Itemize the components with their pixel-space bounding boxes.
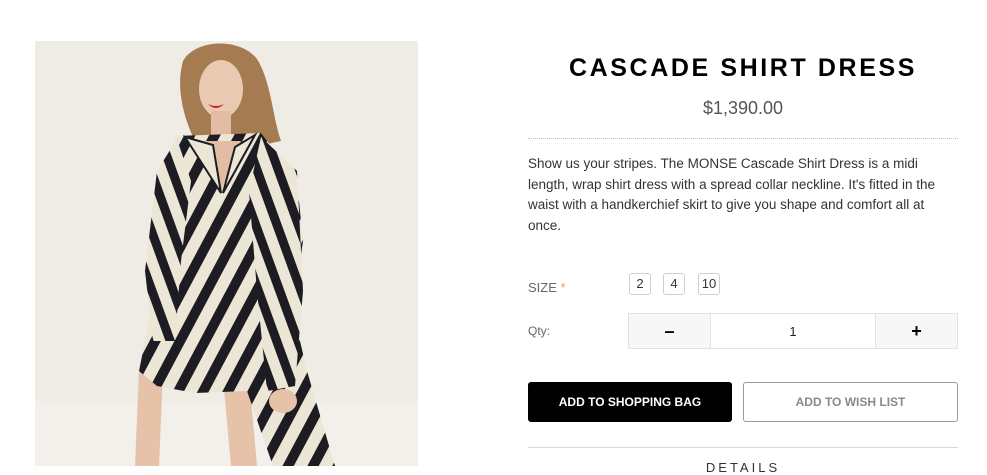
size-option-2[interactable]: 2 — [629, 273, 651, 295]
size-option-4[interactable]: 4 — [663, 273, 685, 295]
quantity-input[interactable] — [710, 313, 876, 349]
quantity-decrease-button[interactable]: – — [628, 313, 711, 349]
product-image[interactable] — [35, 41, 418, 466]
product-photo-illustration — [35, 41, 418, 466]
product-description: Show us your stripes. The MONSE Cascade … — [528, 156, 936, 233]
divider — [528, 138, 958, 139]
quantity-increase-button[interactable]: + — [875, 313, 958, 349]
add-to-shopping-bag-button[interactable]: ADD TO SHOPPING BAG — [528, 382, 732, 422]
product-title: CASCADE SHIRT DRESS — [568, 54, 918, 82]
divider — [528, 447, 958, 448]
quantity-label: Qty: — [528, 324, 551, 338]
required-marker: * — [560, 280, 566, 295]
product-price: $1,390.00 — [702, 98, 784, 118]
size-label: SIZE * — [528, 280, 566, 295]
add-to-wish-list-button[interactable]: ADD TO WISH LIST — [743, 382, 958, 422]
size-option-10[interactable]: 10 — [698, 273, 720, 295]
details-tab[interactable]: DETAILS — [528, 460, 958, 475]
size-label-text: SIZE — [528, 280, 557, 295]
